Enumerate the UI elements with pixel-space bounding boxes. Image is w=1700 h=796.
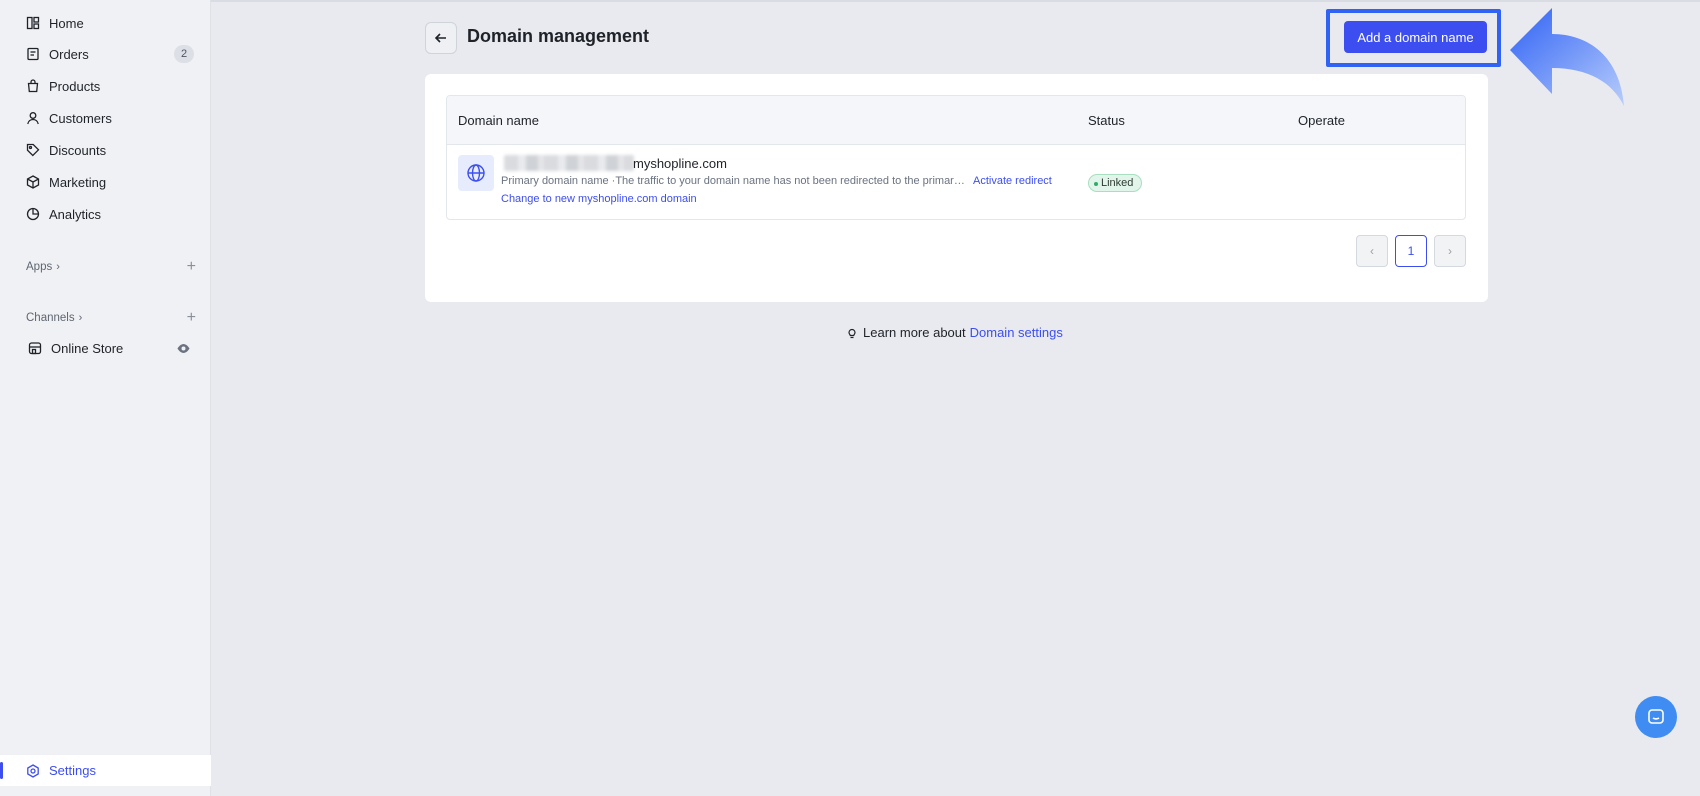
arrow-left-icon [434,33,446,43]
back-button[interactable] [425,22,457,54]
add-channel-plus-icon[interactable]: + [187,308,196,328]
sidebar-item-marketing[interactable]: Marketing [0,167,211,197]
status-label: Linked [1101,177,1134,189]
page-title: Domain management [467,26,650,46]
sidebar-item-products[interactable]: Products [0,71,211,101]
status-badge: Linked [1088,174,1143,192]
chevron-right-icon: › [56,261,60,273]
domain-table: Domain name Status Operate myshopline.co… [446,95,1466,220]
apps-section-header[interactable]: Apps › + [26,257,196,277]
status-dot [1094,182,1098,186]
learn-more-text: Learn more about [863,325,966,340]
sidebar-item-customers[interactable]: Customers [0,103,211,133]
sidebar: Home Orders 2 Products Customers Discoun… [0,0,211,796]
channels-section-header[interactable]: Channels › + [26,308,196,328]
sidebar-item-home[interactable]: Home [0,8,211,38]
sidebar-item-label: Discounts [49,142,107,158]
analytics-icon [26,207,40,221]
apps-label: Apps [26,261,53,273]
channels-label: Channels [26,312,75,324]
table-row: myshopline.com Primary domain name ·The … [447,145,1465,219]
products-icon [26,79,40,93]
customers-icon [26,111,40,125]
domain-settings-link[interactable]: Domain settings [970,325,1063,340]
curved-arrow-annotation-icon [1510,8,1624,106]
chat-support-button[interactable] [1635,696,1677,738]
column-header-domain: Domain name [458,113,539,128]
sidebar-item-discounts[interactable]: Discounts [0,135,211,165]
domain-card: Domain name Status Operate myshopline.co… [425,74,1488,302]
sidebar-item-label: Settings [49,763,96,778]
active-indicator [0,762,3,779]
add-app-plus-icon[interactable]: + [187,257,196,277]
globe-icon [458,155,494,191]
top-divider [0,0,1700,2]
learn-more: Learn more about Domain settings [845,325,1063,340]
domain-description: Primary domain name ·The traffic to your… [501,175,969,187]
domain-name: myshopline.com [633,156,727,171]
sidebar-item-label: Analytics [49,206,102,222]
settings-gear-icon [26,763,40,778]
lightbulb-icon [848,328,856,338]
chevron-right-icon: › [1448,244,1452,258]
eye-icon[interactable] [176,341,191,356]
pagination-next-button[interactable]: › [1434,235,1466,267]
sidebar-item-settings[interactable]: Settings [0,755,211,786]
store-icon [28,341,42,355]
table-header: Domain name Status Operate [447,96,1465,145]
sidebar-item-label: Products [49,78,101,94]
chevron-right-icon: › [78,312,83,324]
column-header-status: Status [1088,113,1125,128]
chevron-left-icon: ‹ [1370,244,1374,258]
pagination-prev-button[interactable]: ‹ [1356,235,1388,267]
blurred-domain-prefix [504,155,634,171]
sidebar-item-analytics[interactable]: Analytics [0,199,211,229]
sidebar-item-label: Home [49,15,84,31]
chat-icon [1648,709,1664,724]
sidebar-item-label: Online Store [51,340,124,356]
home-icon [26,16,40,30]
activate-redirect-link[interactable]: Activate redirect [973,175,1052,187]
marketing-icon [26,175,40,189]
sidebar-item-label: Orders [49,46,89,62]
sidebar-item-label: Customers [49,110,112,126]
discounts-icon [26,143,40,157]
sidebar-item-online-store[interactable]: Online Store [0,333,211,363]
sidebar-item-orders[interactable]: Orders 2 [0,39,211,69]
column-header-operate: Operate [1298,113,1345,128]
pagination-page-button[interactable]: 1 [1395,235,1427,267]
orders-icon [26,47,40,61]
orders-count-badge: 2 [174,45,194,63]
change-domain-link[interactable]: Change to new myshopline.com domain [501,193,697,205]
add-domain-button[interactable]: Add a domain name [1344,21,1487,53]
sidebar-item-label: Marketing [49,174,107,190]
